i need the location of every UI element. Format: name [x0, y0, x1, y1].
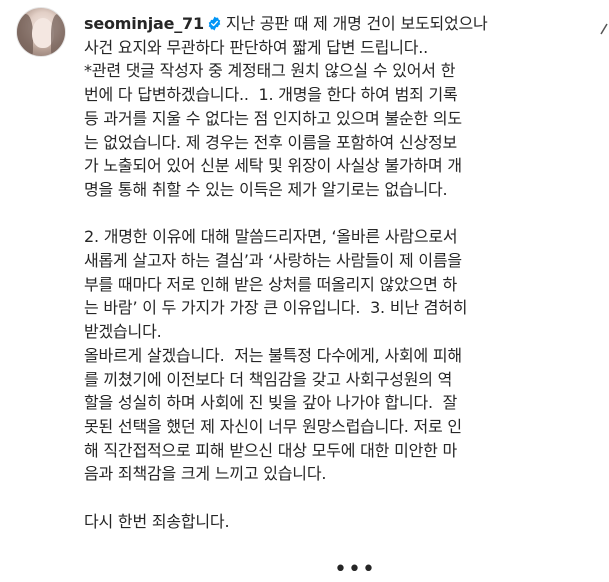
username-link[interactable]: seominjae_71 — [84, 14, 204, 33]
caption-line: 못된 선택을 했던 제 자신이 너무 원망스럽습니다. 저로 인 — [84, 416, 462, 436]
avatar-hair-left — [17, 14, 33, 56]
caption-line: 가 노출되어 있어 신분 세탁 및 위장이 사실상 불가하며 개 — [84, 156, 462, 176]
caption-line: 부를 때마다 저로 인해 받은 상처를 떠올리지 않았으면 하 — [84, 274, 458, 294]
post-caption: seominjae_71 지난 공판 때 제 개명 건이 보도되었으나 사건 요지… — [84, 12, 599, 533]
caption-line: 를 끼쳤기에 이전보다 더 책임감을 갖고 사회구성원의 역 — [84, 369, 453, 389]
caption-line: 사건 요지와 무관하다 판단하여 짧게 답변 드립니다.. — [84, 37, 429, 57]
caption-line: 번에 다 답변하겠습니다.. 1. 개명을 한다 하여 범죄 기록 — [84, 85, 458, 105]
caption-line: 음과 죄책감을 크게 느끼고 있습니다. — [84, 464, 327, 484]
caption-line: 는 바람’ 이 두 가지가 가장 큰 이유입니다. 3. 비난 겸허히 — [84, 298, 468, 318]
caption-line: 해 직간접적으로 피해 받으신 대상 모두에 대한 미안한 마 — [84, 440, 458, 460]
caption-line: *관련 댓글 작성자 중 계정태그 원치 않으실 수 있어서 한 — [84, 61, 456, 81]
caption-line: 새롭게 살고자 하는 결심’과 ‘사랑하는 사람들이 제 이름을 — [84, 251, 462, 271]
caption-line: 2. 개명한 이유에 대해 말씀드리자면, ‘올바른 사람으로서 — [84, 227, 458, 247]
more-options-icon[interactable]: ••• — [334, 559, 375, 581]
verified-badge-icon — [208, 16, 221, 31]
caption-line: 등 과거를 지울 수 없다는 점 인지하고 있으며 불순한 의도 — [84, 108, 462, 128]
caption-line: 올바르게 살겠습니다. 저는 불특정 다수에게, 사회에 피해 — [84, 345, 462, 365]
avatar[interactable] — [16, 7, 66, 57]
caption-first-line: 지난 공판 때 제 개명 건이 보도되었으나 — [225, 14, 488, 33]
caption-line: 다시 한번 죄송합니다. — [84, 511, 230, 531]
caption-line: 는 없었습니다. 제 경우는 전후 이름을 포함하여 신상정보 — [84, 132, 458, 152]
caption-line: 할을 성실히 하며 사회에 진 빚을 갚아 나가야 합니다. 잘 — [84, 393, 458, 413]
caption-body: 사건 요지와 무관하다 판단하여 짧게 답변 드립니다.. *관련 댓글 작성자… — [84, 37, 468, 531]
scrollbar-edge — [597, 22, 609, 46]
instagram-post: seominjae_71 지난 공판 때 제 개명 건이 보도되었으나 사건 요지… — [0, 0, 609, 581]
avatar-hair-right — [51, 14, 65, 56]
caption-line: 명을 통해 취할 수 있는 이득은 제가 알기로는 없습니다. — [84, 179, 448, 199]
caption-line: 받겠습니다. — [84, 322, 162, 342]
